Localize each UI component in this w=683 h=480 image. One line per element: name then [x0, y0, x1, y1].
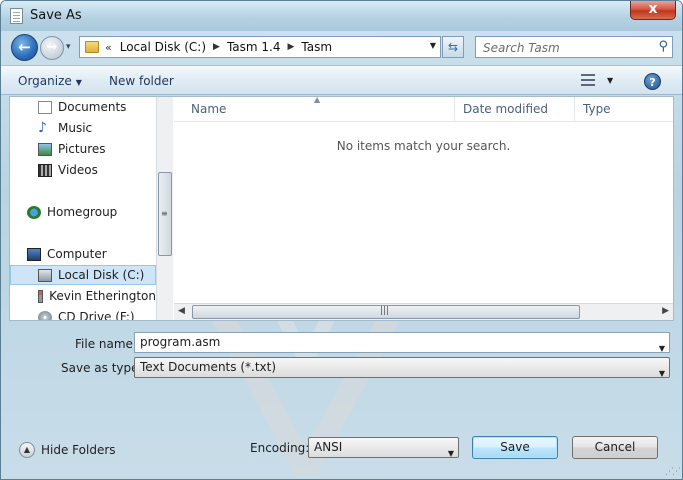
- horizontal-scrollbar[interactable]: ◀ ||| ▶: [174, 303, 673, 320]
- music-icon: ♪: [38, 119, 47, 136]
- scroll-left-icon[interactable]: ◀: [178, 306, 185, 316]
- sidebar-item-computer[interactable]: Computer: [27, 244, 156, 264]
- breadcrumb-tasm[interactable]: Tasm: [301, 40, 332, 54]
- empty-folder-message: No items match your search.: [336, 139, 511, 153]
- new-folder-button[interactable]: New folder: [109, 74, 174, 88]
- hide-folders-button[interactable]: ▲ Hide Folders: [19, 442, 116, 458]
- chevron-up-icon: ▲: [19, 442, 35, 458]
- file-name-label: File name:: [75, 337, 137, 351]
- sidebar-item-documents[interactable]: Documents: [38, 97, 156, 117]
- documents-icon: [38, 100, 52, 114]
- help-icon[interactable]: ?: [644, 73, 661, 90]
- sidebar-item-label: Kevin Etherington: [49, 289, 156, 303]
- sidebar-item-local-disk[interactable]: Local Disk (C:): [10, 265, 156, 285]
- sidebar-item-videos[interactable]: Videos: [38, 160, 156, 180]
- encoding-value: ANSI: [314, 440, 343, 454]
- cd-drive-icon: [38, 310, 52, 320]
- sidebar-item-label: Pictures: [58, 142, 106, 156]
- address-dropdown-icon[interactable]: ▼: [430, 41, 436, 50]
- chevron-down-icon: ▼: [658, 369, 665, 378]
- breadcrumb-local-disk[interactable]: Local Disk (C:): [120, 40, 206, 54]
- scrollbar-grip-icon: ≡: [161, 209, 168, 218]
- sidebar-item-label: Videos: [58, 163, 98, 177]
- forward-arrow-icon: →: [46, 40, 58, 55]
- sidebar-item-label: Documents: [58, 100, 127, 114]
- sidebar-item-label: Local Disk (C:): [58, 268, 145, 282]
- search-box[interactable]: ⚲: [475, 36, 673, 58]
- homegroup-icon: [27, 205, 41, 219]
- navigation-pane-scrollbar[interactable]: ≡: [156, 97, 173, 320]
- navigation-pane[interactable]: Documents ♪ Music Pictures Videos Homegr…: [10, 97, 156, 320]
- file-list[interactable]: ▲ Name Date modified Type No items match…: [174, 95, 673, 320]
- file-name-input[interactable]: program.asm ▼: [134, 332, 670, 353]
- forward-button[interactable]: →: [40, 36, 64, 60]
- column-header-type[interactable]: Type: [575, 97, 673, 122]
- breadcrumb-tasm-1-4[interactable]: Tasm 1.4: [227, 40, 281, 54]
- sidebar-item-music[interactable]: ♪ Music: [38, 118, 156, 138]
- save-document-icon: [10, 8, 23, 24]
- organize-label: Organize: [18, 74, 72, 88]
- sidebar-item-homegroup[interactable]: Homegroup: [27, 202, 156, 222]
- column-header-name[interactable]: Name: [183, 97, 455, 122]
- videos-icon: [38, 163, 52, 177]
- save-as-type-select[interactable]: Text Documents (*.txt) ▼: [134, 357, 670, 378]
- encoding-select[interactable]: ANSI ▼: [308, 437, 459, 458]
- save-as-type-value: Text Documents (*.txt): [140, 360, 277, 374]
- computer-icon: [27, 247, 41, 261]
- search-input[interactable]: [481, 40, 651, 56]
- resize-grip-icon[interactable]: ⋰⋰: [665, 467, 681, 477]
- scroll-right-icon[interactable]: ▶: [662, 306, 669, 316]
- sidebar-item-network-drive[interactable]: Kevin Etherington: [38, 286, 156, 306]
- command-bar: Organize ▼ New folder ▼ ?: [1, 65, 682, 95]
- save-as-dialog: Save As x ← → ▾ « Local Disk (C:) ▶ Tasm…: [0, 0, 683, 480]
- chevron-down-icon: ▾: [66, 42, 71, 52]
- breadcrumb-separator-icon[interactable]: ▶: [213, 42, 220, 52]
- refresh-icon: ⇆: [447, 40, 459, 54]
- sidebar-item-pictures[interactable]: Pictures: [38, 139, 156, 159]
- change-view-icon[interactable]: [581, 74, 595, 86]
- save-as-type-label: Save as type:: [61, 361, 143, 375]
- chevron-down-icon: ▼: [75, 78, 82, 87]
- organize-button[interactable]: Organize ▼: [18, 74, 82, 88]
- hide-folders-label: Hide Folders: [41, 443, 116, 457]
- folder-icon: [85, 41, 99, 53]
- cancel-button[interactable]: Cancel: [572, 436, 658, 459]
- breadcrumb-separator-icon[interactable]: ▶: [288, 42, 295, 52]
- chevron-down-icon[interactable]: ▼: [659, 339, 665, 358]
- back-button[interactable]: ←: [11, 34, 38, 61]
- file-name-value: program.asm: [140, 335, 221, 349]
- breadcrumb-overflow[interactable]: «: [105, 41, 112, 54]
- chevron-down-icon: ▼: [447, 449, 454, 458]
- address-bar[interactable]: « Local Disk (C:) ▶ Tasm 1.4 ▶ Tasm ▼: [79, 36, 441, 58]
- sidebar-item-label: Homegroup: [47, 205, 118, 219]
- local-disk-icon: [38, 268, 52, 282]
- save-button[interactable]: Save: [472, 436, 558, 459]
- window-title: Save As: [30, 8, 82, 23]
- title-bar[interactable]: Save As x: [1, 1, 682, 31]
- search-icon[interactable]: ⚲: [658, 39, 668, 54]
- encoding-label: Encoding:: [250, 441, 310, 455]
- sidebar-item-label: CD Drive (F:): [58, 310, 135, 320]
- network-drive-icon: [38, 289, 44, 303]
- close-button[interactable]: x: [630, 1, 676, 20]
- sidebar-item-cd-drive[interactable]: CD Drive (F:): [38, 307, 156, 320]
- view-options-dropdown-icon[interactable]: ▼: [607, 76, 613, 85]
- browse-area: Documents ♪ Music Pictures Videos Homegr…: [9, 95, 674, 321]
- column-header-row: ▲ Name Date modified Type: [174, 95, 673, 122]
- pictures-icon: [38, 142, 52, 156]
- sidebar-item-label: Computer: [47, 247, 107, 261]
- recent-pages-button[interactable]: ▾: [66, 42, 76, 52]
- column-header-date-modified[interactable]: Date modified: [455, 97, 575, 122]
- back-arrow-icon: ←: [18, 38, 31, 56]
- scrollbar-grip-icon: |||: [380, 306, 390, 316]
- refresh-button[interactable]: ⇆: [442, 36, 464, 58]
- sidebar-item-label: Music: [58, 121, 93, 135]
